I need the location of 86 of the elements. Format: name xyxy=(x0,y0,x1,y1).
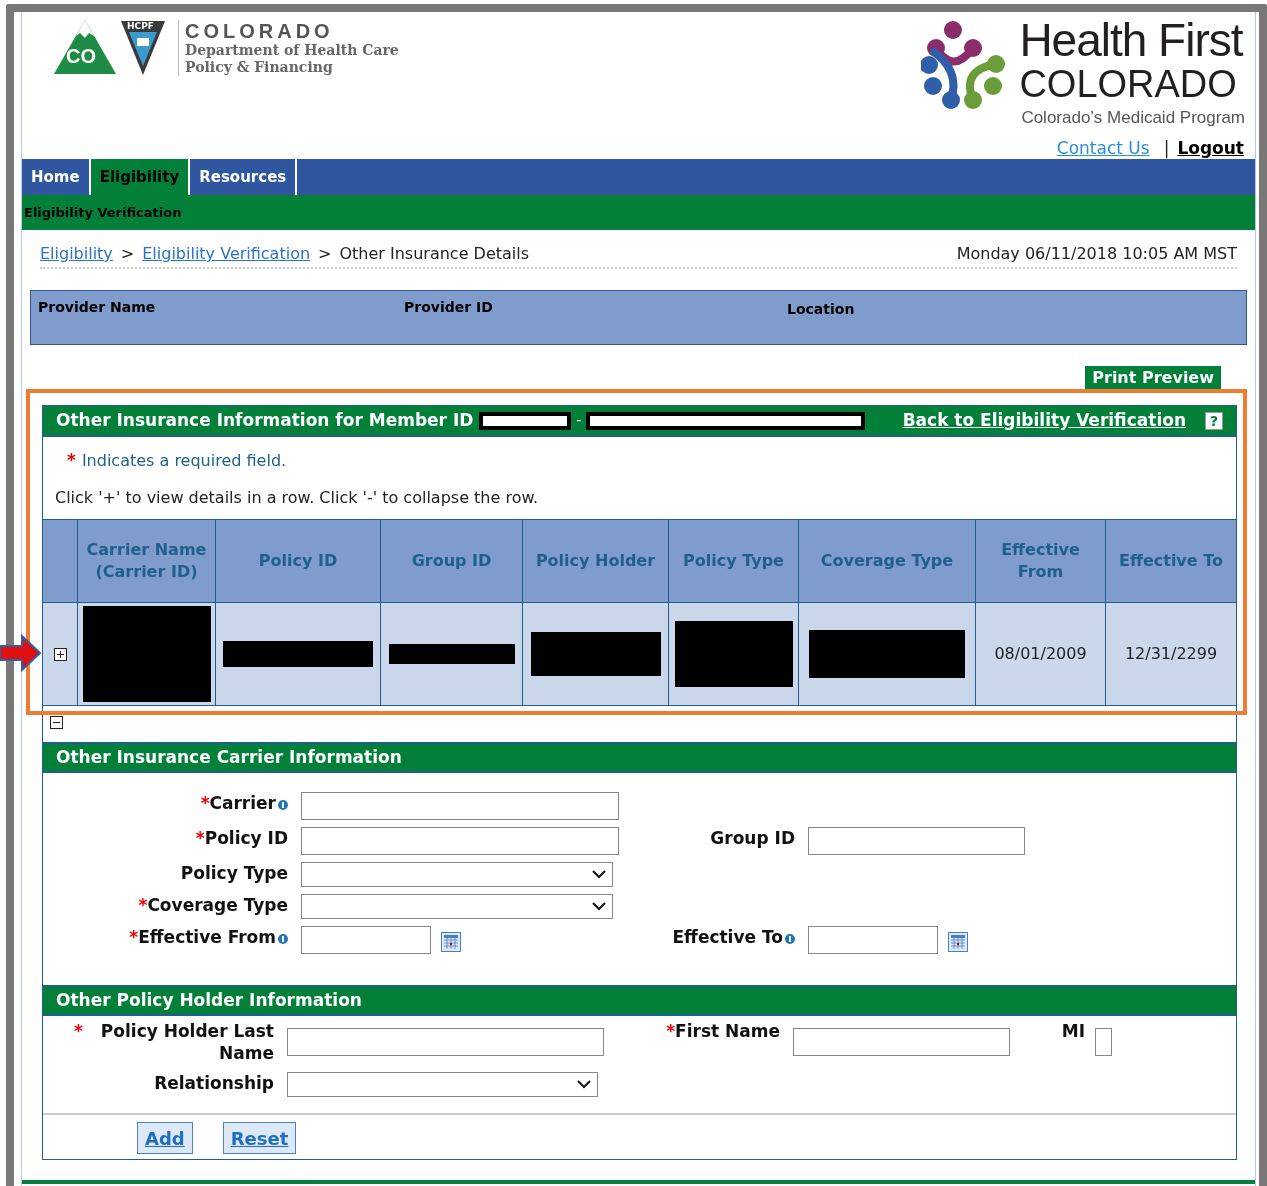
field-label: Group ID xyxy=(710,827,795,849)
field-label: Coverage Type xyxy=(147,894,288,916)
agency-initials: CO xyxy=(66,46,96,66)
agency-acronym: HCPF xyxy=(127,21,154,32)
collapse-icon[interactable] xyxy=(50,716,63,729)
required-mark: * xyxy=(138,894,148,916)
provider-column-label: Provider Name xyxy=(38,298,157,317)
shield-icon xyxy=(120,20,166,76)
text-input[interactable] xyxy=(1095,1028,1112,1056)
link-separator: | xyxy=(1163,138,1170,158)
provider-column-label: Location xyxy=(787,300,856,319)
triangle-icon xyxy=(52,18,118,76)
field-label: Carrier xyxy=(209,792,276,814)
required-mark: * xyxy=(200,792,210,814)
column-header: Group ID xyxy=(411,550,492,572)
agency-subtitle: Policy & Financing xyxy=(185,59,334,76)
info-icon xyxy=(785,934,795,944)
instructions-text: Click '+' to view details in a row. Click '-' to collapse the row. xyxy=(54,487,540,506)
field-label: Policy Type xyxy=(180,862,288,884)
program-subtitle: COLORADO xyxy=(1019,64,1237,104)
column-header: Policy ID xyxy=(258,550,338,572)
help-button[interactable]: ? xyxy=(1205,411,1223,430)
calendar-icon[interactable] xyxy=(441,932,461,952)
date-input[interactable] xyxy=(808,926,938,954)
datetime: Monday 06/11/2018 10:05 AM MST xyxy=(956,243,1237,265)
table-cell-text: 12/31/2299 xyxy=(1124,643,1218,665)
subnav-title: Eligibility Verification xyxy=(24,203,182,222)
chevron-down-icon xyxy=(592,870,606,879)
calendar-icon[interactable] xyxy=(948,932,968,952)
table-cell-text: 08/01/2009 xyxy=(994,643,1087,665)
column-header: Policy Type xyxy=(683,550,784,572)
breadcrumb-separator: > xyxy=(120,243,135,265)
info-icon xyxy=(278,934,288,944)
field-label: Policy ID xyxy=(204,827,288,849)
panel-title: Other Insurance Information for Member ID xyxy=(56,408,474,432)
member-id-separator: - xyxy=(576,411,582,430)
field-label: Effective To xyxy=(672,926,783,948)
required-mark: * xyxy=(129,926,139,948)
field-label: MI xyxy=(1061,1020,1085,1042)
field-label: Relationship xyxy=(154,1072,274,1094)
agency-wordmark: COLORADO xyxy=(185,20,335,42)
text-input[interactable] xyxy=(793,1028,1010,1056)
required-note: Indicates a required field. xyxy=(81,450,287,472)
text-input[interactable] xyxy=(301,827,619,855)
required-mark: * xyxy=(195,827,205,849)
flower-logo-icon xyxy=(921,20,1008,110)
required-mark: * xyxy=(666,1020,676,1042)
nav-tab[interactable]: Eligibility xyxy=(90,159,191,195)
field-label: First Name xyxy=(675,1020,780,1042)
form-button[interactable]: Reset xyxy=(222,1122,297,1154)
column-header: Policy Holder xyxy=(535,550,656,572)
print-preview-button[interactable]: Print Preview xyxy=(1085,366,1221,390)
column-header: Effective To xyxy=(1119,550,1223,572)
section-title: Other Policy Holder Information xyxy=(56,988,362,1012)
breadcrumb-current: Other Insurance Details xyxy=(339,243,530,265)
text-input[interactable] xyxy=(287,1028,604,1056)
text-input[interactable] xyxy=(301,792,619,820)
dropdown[interactable] xyxy=(301,862,613,887)
back-link[interactable]: Back to Eligibility Verification xyxy=(902,407,1186,434)
section-title: Other Insurance Carrier Information xyxy=(56,745,402,769)
date-input[interactable] xyxy=(301,926,431,954)
contact-link[interactable]: Contact Us xyxy=(1056,138,1150,158)
column-header: Coverage Type xyxy=(820,550,954,572)
dropdown[interactable] xyxy=(287,1072,598,1097)
required-mark: * xyxy=(67,449,76,473)
required-mark: * xyxy=(74,1020,83,1042)
agency-subtitle: Department of Health Care xyxy=(185,42,399,59)
provider-column-label: Provider ID xyxy=(404,298,494,317)
info-icon xyxy=(278,800,288,810)
form-button[interactable]: Add xyxy=(137,1122,193,1154)
program-title: Health First xyxy=(1019,16,1243,64)
expand-icon[interactable] xyxy=(53,647,67,661)
text-input[interactable] xyxy=(808,827,1025,855)
breadcrumb-link[interactable]: Eligibility Verification xyxy=(142,242,311,266)
pointer-arrow-icon xyxy=(0,634,42,672)
chevron-down-icon xyxy=(577,1080,591,1089)
program-tagline: Colorado’s Medicaid Program xyxy=(1021,107,1245,129)
field-label: Policy Holder Last Name xyxy=(99,1020,274,1064)
chevron-down-icon xyxy=(592,902,606,911)
logout-link[interactable]: Logout xyxy=(1177,138,1244,158)
dropdown[interactable] xyxy=(301,894,613,919)
breadcrumb-separator: > xyxy=(318,243,332,265)
column-header: Carrier Name (Carrier ID) xyxy=(85,539,208,583)
column-header: Effective From xyxy=(1000,539,1081,583)
breadcrumb-link[interactable]: Eligibility xyxy=(40,242,113,266)
field-label: Effective From xyxy=(138,926,276,948)
